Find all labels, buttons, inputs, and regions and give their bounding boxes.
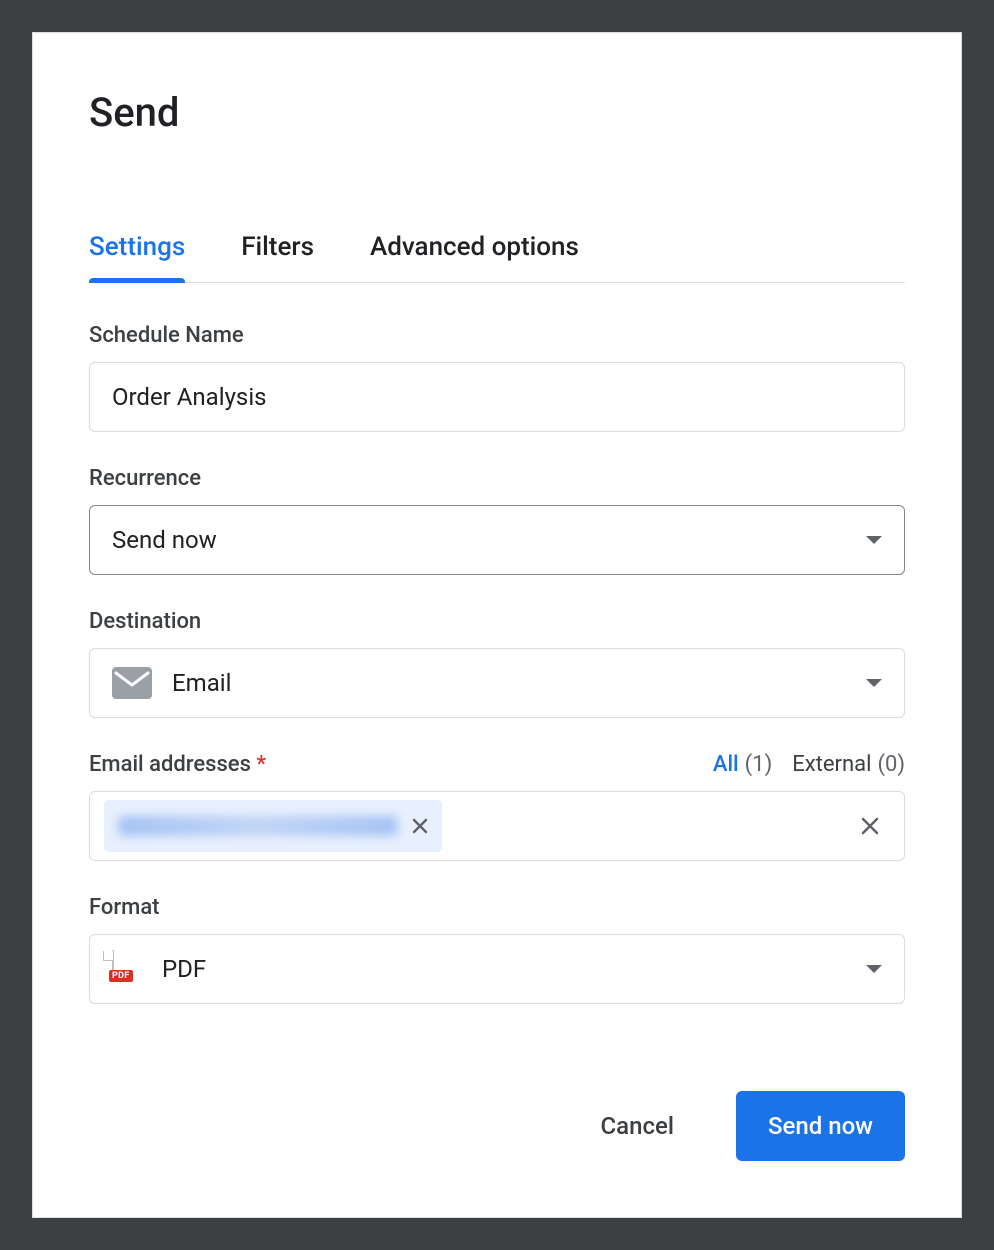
format-select[interactable]: PDF PDF bbox=[89, 934, 905, 1004]
email-addresses-input[interactable] bbox=[89, 791, 905, 861]
schedule-name-input[interactable] bbox=[89, 362, 905, 432]
recurrence-label: Recurrence bbox=[89, 466, 905, 491]
email-filter-external-count: (0) bbox=[877, 752, 905, 777]
tab-filters[interactable]: Filters bbox=[241, 232, 314, 282]
format-value: PDF bbox=[162, 955, 866, 983]
email-filter-all-name: All bbox=[713, 752, 739, 777]
chevron-down-icon bbox=[866, 679, 882, 687]
destination-value: Email bbox=[172, 669, 866, 697]
tab-advanced-options[interactable]: Advanced options bbox=[370, 232, 579, 282]
email-filter-all[interactable]: All (1) bbox=[713, 752, 772, 777]
email-chip-text bbox=[118, 816, 398, 836]
email-filter-external[interactable]: External (0) bbox=[792, 752, 905, 777]
email-addresses-label: Email addresses * bbox=[89, 752, 693, 777]
destination-select[interactable]: Email bbox=[89, 648, 905, 718]
pdf-badge-text: PDF bbox=[109, 970, 133, 982]
dialog-title: Send bbox=[89, 89, 905, 136]
format-label: Format bbox=[89, 895, 905, 920]
send-now-button[interactable]: Send now bbox=[736, 1091, 905, 1161]
cancel-button[interactable]: Cancel bbox=[569, 1091, 706, 1161]
chevron-down-icon bbox=[866, 536, 882, 544]
email-chip bbox=[104, 800, 442, 852]
destination-group: Destination Email bbox=[89, 609, 905, 718]
email-icon bbox=[112, 667, 152, 699]
format-group: Format PDF PDF bbox=[89, 895, 905, 1004]
tab-settings[interactable]: Settings bbox=[89, 232, 185, 282]
schedule-name-label: Schedule Name bbox=[89, 323, 905, 348]
email-filter-external-name: External bbox=[792, 752, 871, 777]
email-filter-all-count: (1) bbox=[745, 752, 773, 777]
close-icon bbox=[410, 816, 430, 836]
chevron-down-icon bbox=[866, 965, 882, 973]
required-indicator: * bbox=[256, 752, 266, 777]
recurrence-select[interactable]: Send now bbox=[89, 505, 905, 575]
recurrence-group: Recurrence Send now bbox=[89, 466, 905, 575]
email-addresses-group: Email addresses * All (1) External (0) bbox=[89, 752, 905, 861]
tabs: Settings Filters Advanced options bbox=[89, 232, 905, 283]
recurrence-value: Send now bbox=[112, 526, 866, 554]
email-chip-remove-button[interactable] bbox=[410, 816, 430, 836]
schedule-name-group: Schedule Name bbox=[89, 323, 905, 432]
email-clear-button[interactable] bbox=[850, 814, 890, 838]
pdf-icon: PDF bbox=[112, 951, 142, 987]
email-addresses-label-text: Email addresses bbox=[89, 752, 251, 777]
dialog-footer: Cancel Send now bbox=[569, 1091, 906, 1161]
close-icon bbox=[858, 814, 882, 838]
destination-label: Destination bbox=[89, 609, 905, 634]
send-dialog: Send Settings Filters Advanced options S… bbox=[32, 32, 962, 1218]
